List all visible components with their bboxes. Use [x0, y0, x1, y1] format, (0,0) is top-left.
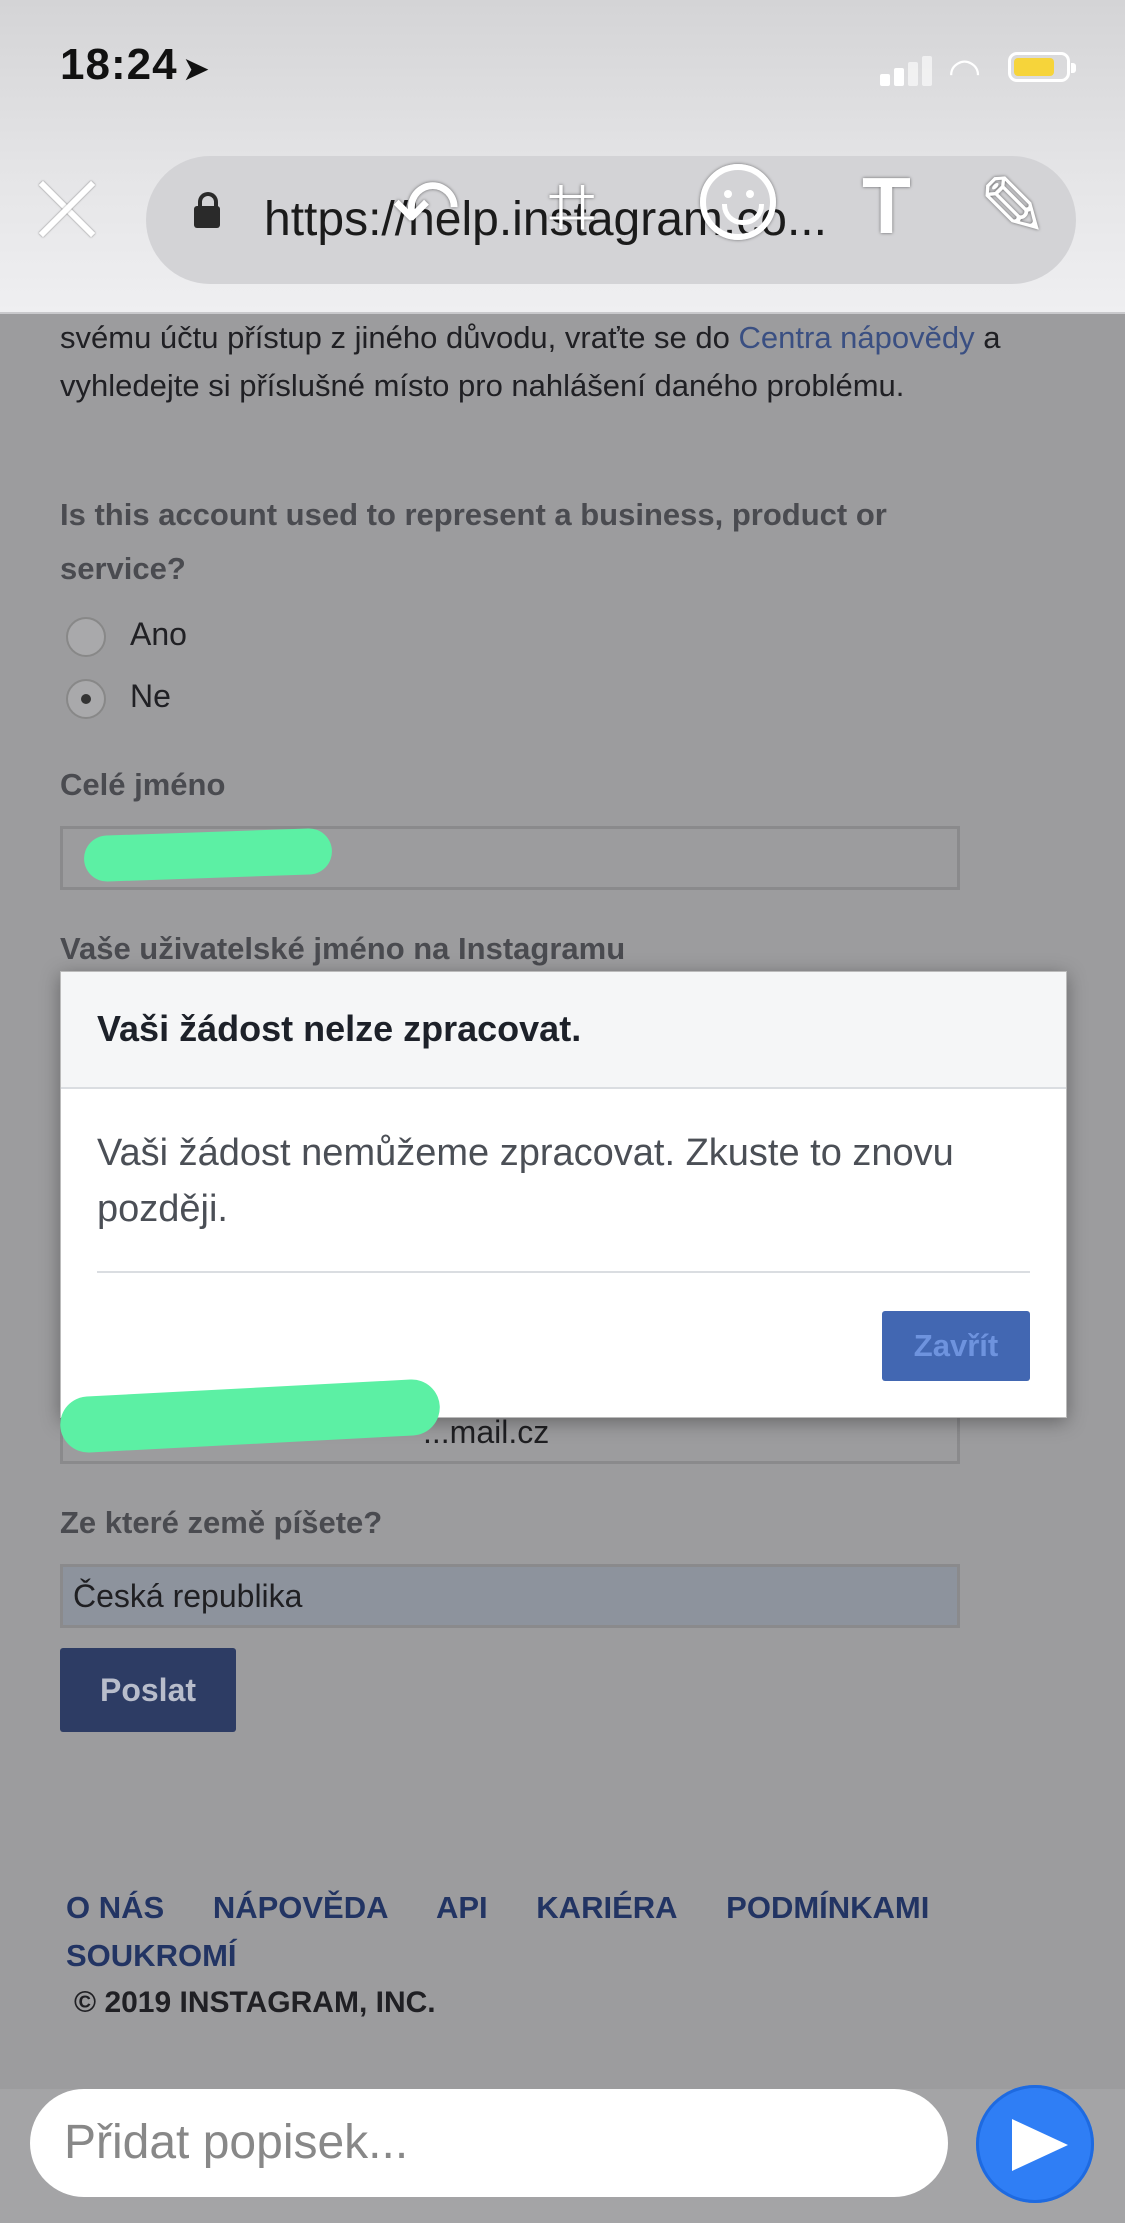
address-bar[interactable]: https://help.instagram.co...	[146, 156, 1076, 284]
caption-input[interactable]: Přidat popisek...	[30, 2089, 948, 2197]
wifi-icon: ◠	[948, 52, 982, 94]
option-ne[interactable]: Ne	[66, 678, 171, 719]
footer-link-about[interactable]: O NÁS	[66, 1890, 164, 1925]
send-icon[interactable]	[976, 2085, 1094, 2203]
radio-ne[interactable]	[66, 678, 106, 719]
location-arrow-icon: ➤	[183, 53, 210, 86]
footer-links: O NÁS NÁPOVĚDA API KARIÉRA PODMÍNKAMI SO…	[66, 1884, 1026, 1980]
dialog-divider	[97, 1271, 1030, 1273]
text-icon[interactable]: T	[862, 160, 911, 252]
intro-text: svému účtu přístup z jiného důvodu, vrať…	[60, 320, 1001, 403]
browser-chrome: 18:24 ➤ ◠ https://help.instagram.co... ↶ …	[0, 0, 1125, 314]
undo-icon[interactable]: ↶	[392, 162, 461, 257]
footer-link-terms[interactable]: PODMÍNKAMI	[726, 1890, 929, 1925]
footer-link-help[interactable]: NÁPOVĚDA	[213, 1890, 389, 1925]
dialog-message: Vaši žádost nemůžeme zpracovat. Zkuste t…	[97, 1132, 954, 1230]
lock-icon	[194, 192, 220, 228]
help-center-link[interactable]: Centra nápovědy	[739, 320, 975, 355]
signal-icon	[880, 54, 936, 86]
business-question-label: Is this account used to represent a busi…	[60, 497, 887, 586]
submit-button[interactable]: Poslat	[60, 1648, 236, 1732]
error-dialog: Vaši žádost nelze zpracovat. Vaši žádost…	[60, 971, 1067, 1418]
pencil-icon[interactable]: ✎	[978, 158, 1048, 256]
country-label: Ze které země píšete?	[60, 1505, 383, 1540]
dialog-title: Vaši žádost nelze zpracovat.	[61, 972, 1066, 1089]
username-label: Vaše uživatelské jméno na Instagramu	[60, 931, 626, 966]
emoji-icon[interactable]	[700, 164, 776, 240]
copyright: © 2019 INSTAGRAM, INC.	[74, 1986, 436, 2019]
footer-link-privacy[interactable]: SOUKROMÍ	[66, 1938, 237, 1973]
radio-ano[interactable]	[66, 616, 106, 657]
dialog-close-button[interactable]: Zavřít	[882, 1311, 1030, 1381]
status-time: 18:24 ➤	[60, 40, 210, 89]
redaction-scribble	[83, 827, 333, 883]
option-ano[interactable]: Ano	[66, 616, 187, 657]
crop-icon[interactable]: ⌗	[548, 158, 595, 256]
battery-icon	[1008, 52, 1076, 82]
url-text: https://help.instagram.co...	[264, 193, 827, 246]
country-select[interactable]: Česká republika	[60, 1564, 960, 1628]
footer-link-careers[interactable]: KARIÉRA	[536, 1890, 677, 1925]
full-name-label: Celé jméno	[60, 767, 226, 802]
close-icon[interactable]	[34, 176, 98, 240]
footer-link-api[interactable]: API	[436, 1890, 488, 1925]
